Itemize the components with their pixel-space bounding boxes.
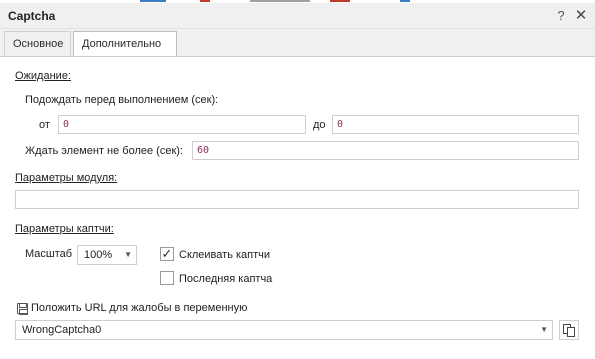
tab-advanced[interactable]: Дополнительно [73,31,177,57]
last-captcha-checkbox[interactable] [160,271,174,285]
url-var-select[interactable]: WrongCaptcha0 ▼ [15,320,553,340]
scale-label: Масштаб [25,248,73,260]
chevron-down-icon: ▼ [124,250,132,259]
advanced-panel: Ожидание: Подождать перед выполнением (с… [0,56,595,359]
element-timeout-input[interactable]: 60 [192,141,579,160]
copy-icon-front [567,327,575,337]
url-var-label: Положить URL для жалобы в переменную [31,302,248,314]
from-label: от [39,119,50,131]
tab-bar: Основное Дополнительно [0,29,595,57]
copy-variable-button[interactable] [559,320,579,340]
captcha-section-title: Параметры каптчи: [15,223,114,235]
from-input[interactable]: 0 [58,115,306,134]
title-bar: Captcha ? ✕ [0,3,595,29]
glue-captcha-label: Склеивать каптчи [179,249,271,261]
window-title: Captcha [8,9,56,23]
to-input[interactable]: 0 [332,115,579,134]
wait-section-title: Ожидание: [15,70,71,82]
tab-basic[interactable]: Основное [4,31,71,56]
scale-select[interactable]: 100% ▼ [77,245,137,265]
module-params-input[interactable] [15,190,579,209]
captcha-dialog: Captcha ? ✕ Основное Дополнительно Ожида… [0,0,595,359]
url-var-value: WrongCaptcha0 [22,324,102,336]
element-timeout-label: Ждать элемент не более (сек): [25,145,183,157]
help-icon[interactable]: ? [554,7,568,25]
scale-value: 100% [84,249,113,261]
last-captcha-label: Последняя каптча [179,273,273,285]
close-icon[interactable]: ✕ [573,7,589,25]
glue-captcha-checkbox[interactable]: ✓ [160,247,174,261]
save-icon [17,303,28,315]
to-label: до [313,119,326,131]
chevron-down-icon: ▼ [540,325,548,334]
module-section-title: Параметры модуля: [15,172,118,184]
before-exec-label: Подождать перед выполнением (сек): [25,94,219,106]
